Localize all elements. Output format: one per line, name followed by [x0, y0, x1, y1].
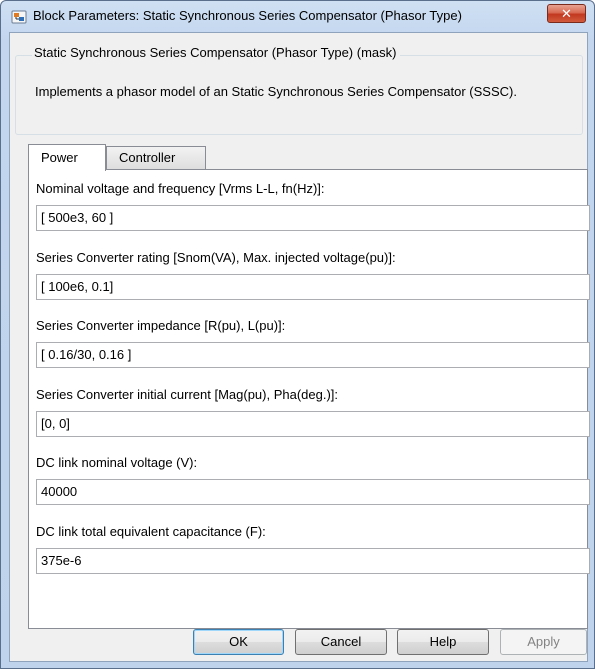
close-icon: ✕	[561, 6, 572, 21]
dc-link-capacitance-label: DC link total equivalent capacitance (F)…	[36, 524, 266, 539]
initial-current-field[interactable]: [0, 0]	[36, 411, 590, 437]
mask-title: Static Synchronous Series Compensator (P…	[32, 45, 401, 60]
dialog-body: Static Synchronous Series Compensator (P…	[9, 32, 590, 662]
cancel-button[interactable]: Cancel	[295, 629, 387, 655]
tab-power[interactable]: Power	[28, 144, 106, 171]
tab-controller[interactable]: Controller	[106, 146, 206, 170]
converter-impedance-label: Series Converter impedance [R(pu), L(pu)…	[36, 318, 286, 333]
converter-rating-field[interactable]: [ 100e6, 0.1]	[36, 274, 590, 300]
apply-button[interactable]: Apply	[500, 629, 587, 655]
nominal-voltage-field[interactable]: [ 500e3, 60 ]	[36, 205, 590, 231]
converter-rating-label: Series Converter rating [Snom(VA), Max. …	[36, 250, 396, 265]
tab-panel-power: Nominal voltage and frequency [Vrms L-L,…	[28, 169, 590, 629]
help-button[interactable]: Help	[397, 629, 489, 655]
dc-link-voltage-label: DC link nominal voltage (V):	[36, 455, 198, 470]
ok-button[interactable]: OK	[193, 629, 284, 655]
simulink-block-icon	[11, 9, 27, 25]
close-button[interactable]: ✕	[547, 4, 586, 23]
title-bar[interactable]: Block Parameters: Static Synchronous Ser…	[1, 1, 594, 33]
initial-current-label: Series Converter initial current [Mag(pu…	[36, 387, 339, 402]
tab-bar: Power Controller	[28, 144, 588, 171]
converter-impedance-field[interactable]: [ 0.16/30, 0.16 ]	[36, 342, 590, 368]
dc-link-capacitance-field[interactable]: 375e-6	[36, 548, 590, 574]
mask-description: Implements a phasor model of an Static S…	[35, 84, 517, 99]
dc-link-voltage-field[interactable]: 40000	[36, 479, 590, 505]
nominal-voltage-label: Nominal voltage and frequency [Vrms L-L,…	[36, 181, 325, 196]
dialog-window: Block Parameters: Static Synchronous Ser…	[0, 0, 595, 669]
window-title: Block Parameters: Static Synchronous Ser…	[33, 8, 462, 23]
